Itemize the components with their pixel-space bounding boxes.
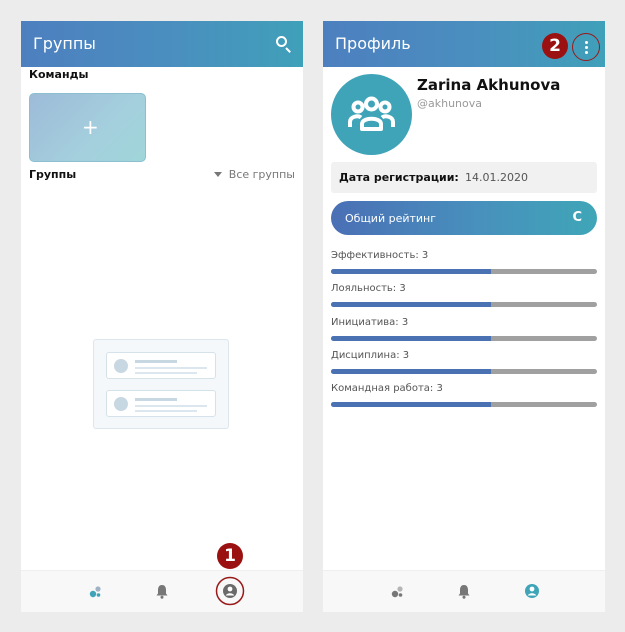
metric-track: [331, 402, 597, 407]
search-icon[interactable]: [275, 35, 293, 53]
metric-initiative: Инициатива: 3: [331, 317, 597, 345]
placeholder-card: [106, 390, 216, 417]
metric-label: Инициатива: 3: [331, 317, 409, 328]
metric-label: Эффективность: 3: [331, 250, 429, 261]
metric-fill: [331, 369, 491, 374]
callout-badge-1: 1: [217, 543, 243, 569]
bottom-nav: [21, 570, 303, 612]
teams-heading: Команды: [29, 68, 89, 81]
profile-handle: @akhunova: [417, 97, 483, 110]
registration-label: Дата регистрации:: [339, 171, 459, 184]
groups-filter-dropdown[interactable]: Все группы: [213, 168, 295, 181]
rating-grade: C: [572, 210, 582, 225]
empty-list-illustration: [93, 339, 229, 429]
metric-fill: [331, 269, 491, 274]
bottom-nav: [323, 570, 605, 612]
caret-down-icon: [213, 171, 222, 177]
bell-icon[interactable]: [151, 580, 173, 602]
profile-name: Zarina Akhunova: [417, 76, 561, 94]
metric-discipline: Дисциплина: 3: [331, 350, 597, 378]
avatar: [331, 74, 412, 155]
registration-info: Дата регистрации: 14.01.2020: [331, 162, 597, 193]
metric-fill: [331, 302, 491, 307]
plus-icon: +: [82, 115, 99, 139]
metric-label: Дисциплина: 3: [331, 350, 410, 361]
metric-efficiency: Эффективность: 3: [331, 250, 597, 278]
callout-badge-2: 2: [542, 33, 568, 59]
groups-icon[interactable]: [84, 580, 106, 602]
page-title: Профиль: [335, 34, 411, 53]
groups-heading: Группы: [29, 168, 77, 181]
metric-fill: [331, 336, 491, 341]
placeholder-card: [106, 352, 216, 379]
metric-label: Лояльность: 3: [331, 283, 406, 294]
rating-label: Общий рейтинг: [345, 212, 437, 225]
group-icon: [348, 96, 395, 131]
metric-track: [331, 369, 597, 374]
metric-teamwork: Командная работа: 3: [331, 383, 597, 411]
bell-icon[interactable]: [453, 580, 475, 602]
profile-screen: Профиль 2 Zarina Akhunova @akhunova Дата…: [323, 21, 605, 612]
groups-screen: Группы Команды + Группы Все группы 1: [21, 21, 303, 612]
app-bar: Группы: [21, 21, 303, 67]
page-title: Группы: [33, 34, 96, 53]
profile-icon[interactable]: [521, 580, 543, 602]
groups-filter-label: Все группы: [228, 168, 295, 181]
metric-label: Командная работа: 3: [331, 383, 443, 394]
highlight-ring: [215, 576, 245, 606]
metric-track: [331, 269, 597, 274]
overall-rating-button[interactable]: Общий рейтинг C: [331, 201, 597, 235]
metric-fill: [331, 402, 491, 407]
app-bar: Профиль 2: [323, 21, 605, 67]
registration-date: 14.01.2020: [465, 171, 528, 184]
add-team-button[interactable]: +: [29, 93, 146, 162]
more-vert-icon[interactable]: [572, 33, 600, 61]
metric-loyalty: Лояльность: 3: [331, 283, 597, 311]
groups-icon[interactable]: [386, 580, 408, 602]
metric-track: [331, 302, 597, 307]
metric-track: [331, 336, 597, 341]
